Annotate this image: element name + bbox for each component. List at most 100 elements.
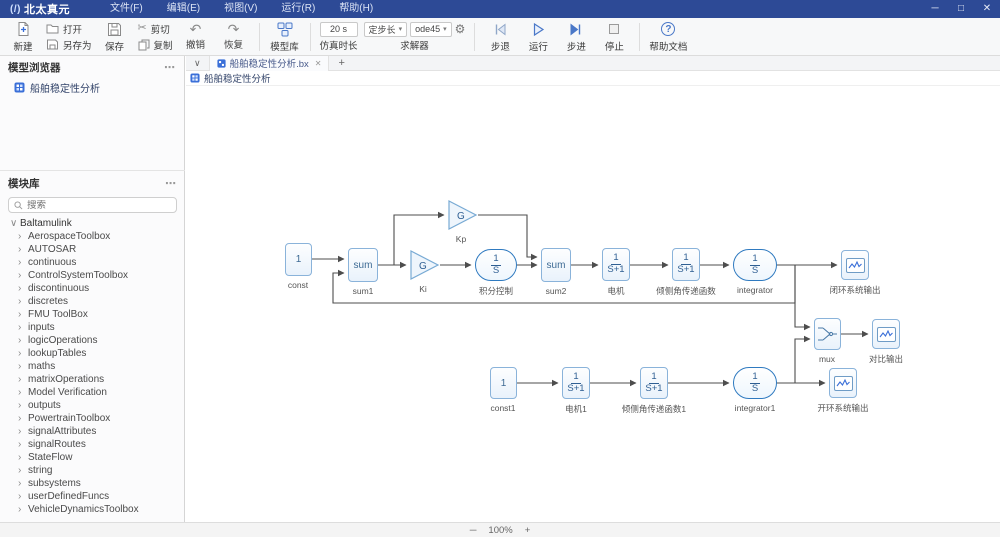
chevron-right-icon: › xyxy=(18,257,24,268)
step-back-button[interactable]: 步退 xyxy=(481,21,519,53)
save-as-button[interactable]: 另存为 xyxy=(46,38,92,52)
tree-item-logicoperations[interactable]: ›logicOperations xyxy=(0,334,185,347)
model-icon xyxy=(190,73,200,83)
tree-item-inputs[interactable]: ›inputs xyxy=(0,321,185,334)
tree-item-controlsystemtoolbox[interactable]: ›ControlSystemToolbox xyxy=(0,269,185,282)
tree-item-aerospacetoolbox[interactable]: ›AerospaceToolbox xyxy=(0,230,185,243)
save-as-icon xyxy=(46,39,59,50)
menu-run[interactable]: 运行(R) xyxy=(269,0,327,18)
tree-item-fmu-toolbox[interactable]: ›FMU ToolBox xyxy=(0,308,185,321)
more-menu-icon[interactable]: ⋯ xyxy=(164,61,176,74)
block-label-motor: 电机 xyxy=(607,285,624,297)
block-label-sum1: sum1 xyxy=(353,286,374,296)
save-button[interactable]: 保存 xyxy=(96,21,134,53)
block-label-sum2: sum2 xyxy=(546,286,567,296)
tree-root-baltamulink[interactable]: ∨ Baltamulink xyxy=(0,217,185,230)
sim-duration-input[interactable] xyxy=(320,22,358,37)
minimize-button[interactable]: ─ xyxy=(922,0,948,18)
tab-list-chevron-icon[interactable]: ∨ xyxy=(186,58,209,69)
step-forward-button[interactable]: 步进 xyxy=(557,21,595,53)
cut-copy-group: ✂ 剪切 复制 xyxy=(134,22,177,52)
tree-item-subsystems[interactable]: ›subsystems xyxy=(0,477,185,490)
tree-item-outputs[interactable]: ›outputs xyxy=(0,399,185,412)
block-kp[interactable]: G xyxy=(448,200,478,230)
tree-item-continuous[interactable]: ›continuous xyxy=(0,256,185,269)
block-integrator1[interactable]: 1 S xyxy=(733,367,777,399)
open-button[interactable]: 打开 xyxy=(46,22,92,36)
wire xyxy=(795,265,810,327)
tree-item-lookuptables[interactable]: ›lookupTables xyxy=(0,347,185,360)
block-const[interactable]: 1 xyxy=(285,243,312,276)
tree-item-discretes[interactable]: ›discretes xyxy=(0,295,185,308)
block-sum1[interactable]: sum xyxy=(348,248,378,282)
tab-title: 船舶稳定性分析.bx xyxy=(230,56,309,70)
block-integral-control[interactable]: 1 S xyxy=(475,249,517,281)
tree-item-string[interactable]: ›string xyxy=(0,464,185,477)
tree-item-signalroutes[interactable]: ›signalRoutes xyxy=(0,438,185,451)
stop-button[interactable]: 停止 xyxy=(595,21,633,53)
search-input[interactable] xyxy=(27,200,171,211)
tab-active[interactable]: 船舶稳定性分析.bx ✕ xyxy=(209,56,330,71)
tab-close-icon[interactable]: ✕ xyxy=(315,59,322,68)
new-tab-button[interactable]: + xyxy=(329,57,353,69)
block-integrator[interactable]: 1 S xyxy=(733,249,777,281)
zoom-out-button[interactable]: ─ xyxy=(470,525,477,536)
block-open-loop-scope[interactable] xyxy=(829,368,857,398)
tree-item-autosar[interactable]: ›AUTOSAR xyxy=(0,243,185,256)
svg-text:G: G xyxy=(419,261,427,272)
diagram-canvas[interactable]: 1 const sum sum1 G Ki G Kp 1 S 积分控制 sum … xyxy=(186,86,1000,522)
module-library-title: 模块库 xyxy=(8,176,40,191)
block-motor[interactable]: 1 S+1 xyxy=(602,248,630,281)
block-ki[interactable]: G xyxy=(410,250,440,280)
svg-text:G: G xyxy=(457,211,465,222)
toolbar-separator xyxy=(639,23,640,51)
tree-item-powertraintoolbox[interactable]: ›PowertrainToolbox xyxy=(0,412,185,425)
block-transfer-function[interactable]: 1 S+1 xyxy=(672,248,700,281)
tab-bar: ∨ 船舶稳定性分析.bx ✕ + xyxy=(186,56,1000,71)
menu-edit[interactable]: 编辑(E) xyxy=(155,0,212,18)
module-library-header: 模块库 ⋯ xyxy=(0,175,185,192)
tree-item-maths[interactable]: ›maths xyxy=(0,360,185,373)
chevron-right-icon: › xyxy=(18,322,24,333)
block-sum2[interactable]: sum xyxy=(541,248,571,282)
menu-help[interactable]: 帮助(H) xyxy=(327,0,385,18)
model-browser-item[interactable]: 船舶稳定性分析 xyxy=(0,76,184,95)
help-docs-button[interactable]: ? 帮助文档 xyxy=(646,21,690,53)
model-icon xyxy=(14,82,25,93)
block-const1[interactable]: 1 xyxy=(490,367,517,399)
solver-dropdown[interactable]: ode45 ▾ xyxy=(410,22,452,37)
block-closed-loop-scope[interactable] xyxy=(841,250,869,280)
tree-item-model-verification[interactable]: ›Model Verification xyxy=(0,386,185,399)
tree-item-userdefinedfuncs[interactable]: ›userDefinedFuncs xyxy=(0,490,185,503)
redo-button[interactable]: ↷ 恢复 xyxy=(215,22,253,51)
new-button[interactable]: 新建 xyxy=(4,21,42,53)
block-compare-scope[interactable] xyxy=(872,319,900,349)
zoom-in-button[interactable]: + xyxy=(525,525,531,536)
tree-item-stateflow[interactable]: ›StateFlow xyxy=(0,451,185,464)
close-button[interactable]: ✕ xyxy=(974,0,1000,18)
block-transfer-function1[interactable]: 1 S+1 xyxy=(640,367,668,399)
chevron-right-icon: › xyxy=(18,439,24,450)
copy-button[interactable]: 复制 xyxy=(138,38,173,52)
chevron-down-icon: ∨ xyxy=(10,218,16,229)
tree-item-matrixoperations[interactable]: ›matrixOperations xyxy=(0,373,185,386)
undo-button[interactable]: ↶ 撤销 xyxy=(177,22,215,51)
tree-item-discontinuous[interactable]: ›discontinuous xyxy=(0,282,185,295)
tree-item-vehicledynamicstoolbox[interactable]: ›VehicleDynamicsToolbox xyxy=(0,503,185,516)
block-mux[interactable] xyxy=(814,318,841,350)
cut-button[interactable]: ✂ 剪切 xyxy=(138,22,173,36)
tree-item-signalattributes[interactable]: ›signalAttributes xyxy=(0,425,185,438)
menu-view[interactable]: 视图(V) xyxy=(212,0,269,18)
maximize-button[interactable]: □ xyxy=(948,0,974,18)
undo-icon: ↶ xyxy=(190,22,202,36)
menu-file[interactable]: 文件(F) xyxy=(98,0,155,18)
chevron-right-icon: › xyxy=(18,335,24,346)
gear-icon[interactable]: ⚙ xyxy=(455,23,466,35)
step-type-dropdown[interactable]: 定步长 ▾ xyxy=(364,22,408,37)
run-button[interactable]: 运行 xyxy=(519,21,557,53)
chevron-right-icon: › xyxy=(18,283,24,294)
block-motor1[interactable]: 1 S+1 xyxy=(562,367,590,399)
model-library-button[interactable]: 模型库 xyxy=(266,21,304,53)
more-menu-icon[interactable]: ⋯ xyxy=(165,177,177,190)
folder-icon xyxy=(46,23,59,34)
